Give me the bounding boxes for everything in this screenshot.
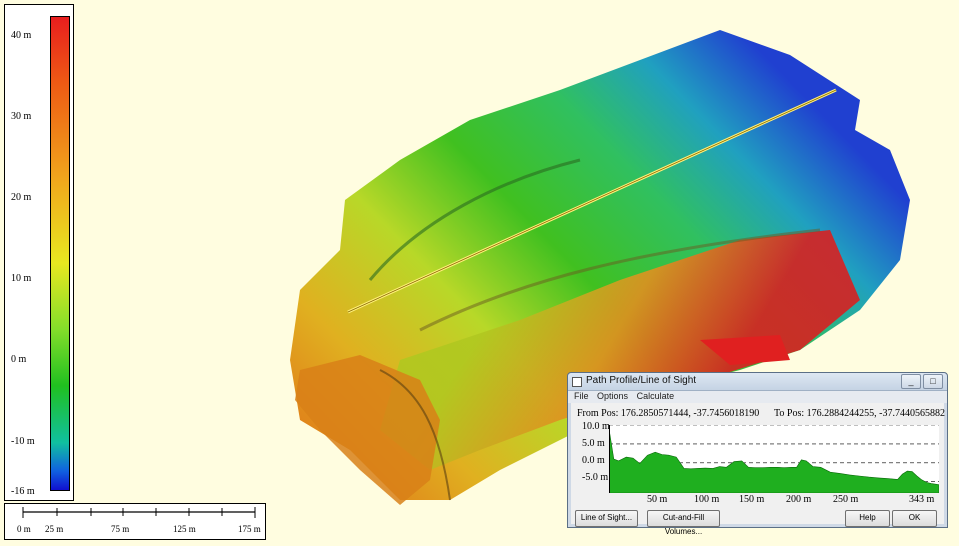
scale-label: 75 m	[111, 524, 130, 534]
help-button[interactable]: Help	[845, 510, 890, 527]
profile-x-label: 200 m	[786, 494, 812, 505]
dialog-title: Path Profile/Line of Sight	[586, 375, 697, 386]
legend-label: 40 m	[11, 30, 32, 41]
to-position: To Pos: 176.2884244255, -37.7440565882	[774, 408, 945, 419]
profile-x-label: 250 m	[833, 494, 859, 505]
scale-ruler	[22, 507, 256, 518]
app-icon	[572, 377, 582, 387]
line-of-sight-button[interactable]: Line of Sight...	[575, 510, 638, 527]
dialog-body: From Pos: 176.2850571444, -37.7456018190…	[571, 403, 945, 536]
scale-label: 175 m	[238, 524, 261, 534]
menu-options[interactable]: Options	[597, 391, 628, 401]
minimize-button[interactable]: _	[901, 374, 921, 389]
from-position: From Pos: 176.2850571444, -37.7456018190	[577, 408, 760, 419]
elevation-color-ramp	[50, 16, 70, 491]
elevation-legend: 40 m 30 m 20 m 10 m 0 m -10 m -16 m	[4, 4, 74, 501]
legend-label: 20 m	[11, 192, 32, 203]
scale-label: 125 m	[173, 524, 196, 534]
profile-x-label: 50 m	[647, 494, 668, 505]
dialog-titlebar[interactable]: Path Profile/Line of Sight _ □	[568, 373, 947, 391]
profile-x-label: 150 m	[739, 494, 765, 505]
dialog-menubar: File Options Calculate	[568, 391, 947, 403]
profile-y-label: 5.0 m	[582, 438, 605, 449]
distance-scale-bar: 0 m 25 m 75 m 125 m 175 m	[4, 503, 266, 540]
profile-y-label: 0.0 m	[582, 455, 605, 466]
profile-area-series	[609, 428, 939, 493]
elevation-profile-chart[interactable]	[609, 425, 939, 493]
legend-label: -10 m	[11, 436, 35, 447]
profile-y-label: 10.0 m	[582, 421, 610, 432]
legend-label: 0 m	[11, 354, 27, 365]
path-profile-dialog: Path Profile/Line of Sight _ □ File Opti…	[567, 372, 948, 536]
maximize-button[interactable]: □	[923, 374, 943, 389]
legend-label: 10 m	[11, 273, 32, 284]
profile-x-label: 100 m	[694, 494, 720, 505]
legend-label: 30 m	[11, 111, 32, 122]
profile-y-label: -5.0 m	[582, 472, 609, 483]
ok-button[interactable]: OK	[892, 510, 937, 527]
cut-fill-volumes-button[interactable]: Cut-and-Fill Volumes...	[647, 510, 720, 536]
profile-x-label: 343 m	[909, 494, 935, 505]
menu-file[interactable]: File	[574, 391, 589, 401]
scale-label: 25 m	[45, 524, 64, 534]
legend-label: -16 m	[11, 486, 35, 497]
menu-calculate[interactable]: Calculate	[637, 391, 675, 401]
scale-label: 0 m	[17, 524, 31, 534]
